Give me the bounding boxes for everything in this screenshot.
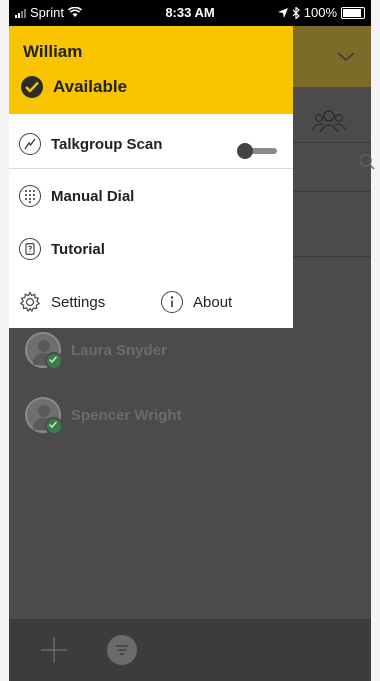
menu-item-label: Settings: [51, 293, 106, 311]
device-frame-left: [0, 0, 9, 681]
available-status-icon: [45, 417, 63, 435]
contact-item[interactable]: Laura Snyder: [25, 332, 167, 370]
drawer-header: William Available: [9, 26, 293, 114]
avatar: [25, 397, 63, 435]
add-icon[interactable]: [40, 636, 68, 664]
menu-item-settings[interactable]: Settings: [19, 291, 105, 313]
talkgroup-scan-toggle[interactable]: [237, 143, 277, 159]
menu-item-label: About: [193, 293, 233, 311]
side-drawer-menu: William Available Talkgroup Scan Manual …: [9, 26, 293, 328]
talkgroup-scan-icon: [19, 133, 41, 155]
menu-item-talkgroup-scan[interactable]: Talkgroup Scan: [19, 133, 162, 155]
avatar: [25, 332, 63, 370]
dialpad-icon: [19, 185, 41, 207]
bluetooth-icon: [292, 6, 300, 19]
status-label: Available: [53, 77, 128, 96]
battery-icon: [341, 6, 365, 19]
check-circle-icon: [21, 76, 43, 98]
menu-item-label: Manual Dial: [51, 187, 135, 205]
menu-item-about[interactable]: About: [161, 291, 232, 313]
group-icon: [311, 110, 347, 133]
user-name: William: [23, 42, 83, 61]
chevron-down-icon: [337, 52, 355, 62]
bottom-toolbar: [9, 619, 371, 681]
battery-percent: 100%: [303, 5, 337, 20]
menu-item-tutorial[interactable]: Tutorial: [19, 238, 105, 260]
filter-icon: [116, 645, 128, 655]
menu-item-label: Talkgroup Scan: [51, 135, 163, 153]
filter-button[interactable]: [107, 635, 137, 665]
contact-name: Spencer Wright: [71, 406, 182, 424]
gear-icon: [19, 291, 41, 313]
search-icon: [359, 154, 375, 170]
tutorial-icon: [19, 238, 41, 260]
divider: [9, 168, 293, 169]
device-frame-right: [371, 0, 380, 681]
menu-item-label: Tutorial: [51, 240, 105, 258]
location-icon: [277, 7, 288, 18]
menu-item-manual-dial[interactable]: Manual Dial: [19, 185, 134, 207]
contact-item[interactable]: Spencer Wright: [25, 397, 182, 435]
available-status-icon: [45, 352, 63, 370]
status-bar: Sprint 8:33 AM 100%: [9, 0, 371, 26]
info-icon: [161, 291, 183, 313]
contact-name: Laura Snyder: [71, 341, 167, 359]
availability-status[interactable]: Available: [21, 76, 127, 98]
